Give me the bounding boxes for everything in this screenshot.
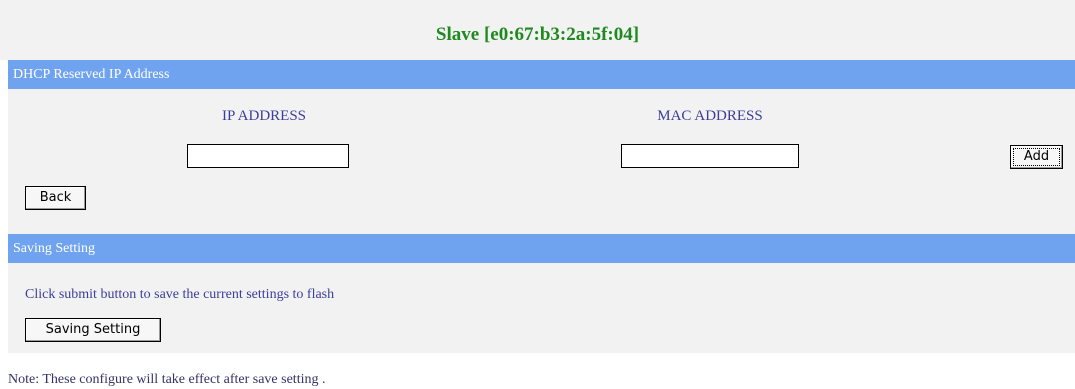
ip-address-column-label: IP ADDRESS [221, 108, 307, 124]
mac-address-column-label: MAC ADDRESS [657, 108, 763, 124]
ip-address-input[interactable] [187, 144, 349, 168]
add-button[interactable]: Add [1010, 145, 1063, 169]
mac-address-input[interactable] [621, 144, 799, 168]
save-instruction-text: Click submit button to save the current … [25, 287, 335, 302]
saving-setting-button[interactable]: Saving Setting [25, 318, 161, 342]
page-title: Slave [e0:67:b3:2a:5f:04] [0, 0, 1075, 60]
footer-note: Note: These configure will take effect a… [8, 372, 326, 387]
saving-setting-panel [8, 263, 1075, 353]
back-button[interactable]: Back [25, 186, 86, 210]
saving-setting-section-header: Saving Setting [8, 234, 1075, 263]
dhcp-reserved-section-header: DHCP Reserved IP Address [8, 60, 1075, 89]
